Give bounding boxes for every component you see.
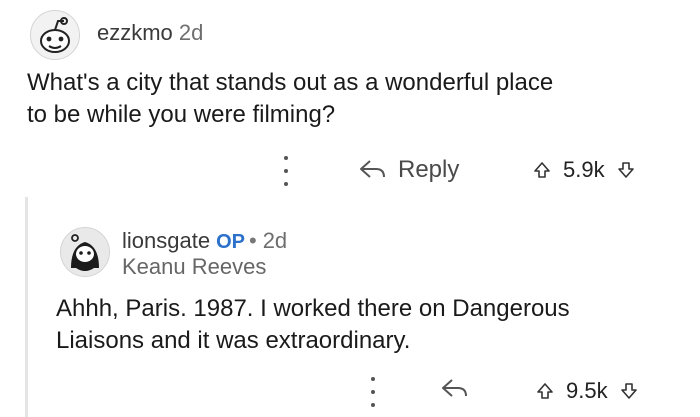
vote-controls: 5.9k <box>533 157 635 183</box>
more-options-icon[interactable] <box>369 377 377 407</box>
reply-button[interactable] <box>440 377 470 401</box>
comment-body: Ahhh, Paris. 1987. I worked there on Dan… <box>56 295 570 354</box>
downvote-arrow-icon[interactable] <box>620 382 638 400</box>
more-options-icon[interactable] <box>282 156 290 186</box>
vote-controls: 9.5k <box>536 378 638 404</box>
vote-score: 5.9k <box>563 157 605 182</box>
reddit-snoo-avatar-icon[interactable] <box>30 10 80 60</box>
reply-button[interactable]: Reply <box>358 156 459 184</box>
upvote-arrow-icon[interactable] <box>536 382 554 400</box>
comment-age: 2d <box>178 20 204 45</box>
op-badge: OP <box>216 231 245 253</box>
username-link[interactable]: lionsgate <box>122 228 210 253</box>
comment-age: 2d <box>262 228 288 253</box>
upvote-arrow-icon[interactable] <box>533 161 551 179</box>
reply-arrow-icon <box>360 160 385 178</box>
separator-dot: • <box>248 228 257 253</box>
reply-label: Reply <box>398 156 460 183</box>
comment-body: What's a city that stands out as a wonde… <box>27 69 554 128</box>
reply-arrow-icon <box>442 379 467 397</box>
comment-thread: ezzkmo 2d What's a city that stands out … <box>0 0 700 417</box>
username-link[interactable]: ezzkmo <box>97 20 173 45</box>
comment-author: ezzkmo 2d <box>97 20 203 46</box>
downvote-arrow-icon[interactable] <box>617 161 635 179</box>
bearded-avatar-icon[interactable] <box>60 227 110 277</box>
vote-score: 9.5k <box>566 378 608 403</box>
thread-collapse-line[interactable] <box>25 197 28 417</box>
user-flair: Keanu Reeves <box>122 254 267 279</box>
reply-author: lionsgate OP • 2d <box>122 228 287 254</box>
